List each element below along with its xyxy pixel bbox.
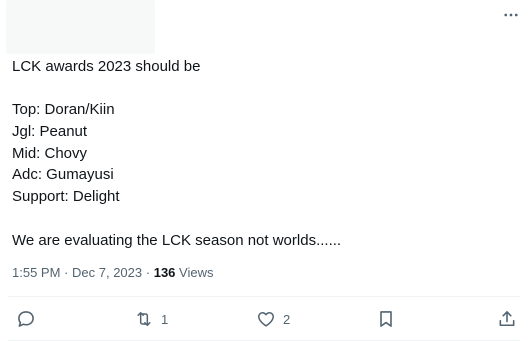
views-count: 136 bbox=[153, 265, 176, 280]
bookmark-icon bbox=[380, 311, 392, 327]
divider bbox=[8, 296, 520, 297]
tweet-line: Jgl: Peanut bbox=[12, 123, 88, 141]
views-label: Views bbox=[179, 265, 214, 280]
tweet-text: LCK awards 2023 should be Top: Doran/Kii… bbox=[12, 56, 512, 251]
action-bar: 1 2 bbox=[0, 300, 528, 338]
reply-button[interactable] bbox=[16, 300, 36, 338]
heart-icon bbox=[258, 312, 274, 327]
tweet-line: LCK awards 2023 should be bbox=[12, 58, 201, 75]
tweet-line: Mid: Chovy bbox=[12, 144, 88, 162]
tweet-time[interactable]: 1:55 PM bbox=[12, 265, 60, 280]
tweet-line: Adc: Gumayusi bbox=[12, 166, 114, 184]
retweet-count: 1 bbox=[161, 311, 169, 327]
share-icon bbox=[499, 311, 515, 327]
tweet-meta: 1:55 PM · Dec 7, 2023 · 136 Views bbox=[12, 263, 214, 283]
tweet-line: Top: Doran/Kiin bbox=[12, 101, 115, 119]
reply-icon bbox=[18, 311, 34, 327]
more-dots-icon bbox=[504, 13, 518, 17]
bookmark-button[interactable] bbox=[376, 300, 396, 338]
tweet-date[interactable]: Dec 7, 2023 bbox=[72, 265, 142, 280]
retweet-icon bbox=[137, 312, 151, 326]
meta-separator: · bbox=[64, 265, 69, 280]
retweet-button[interactable]: 1 bbox=[134, 300, 168, 338]
tweet-line: Support: Delight bbox=[12, 188, 120, 206]
like-button[interactable]: 2 bbox=[256, 300, 290, 338]
meta-separator: · bbox=[145, 265, 151, 280]
tweet-line: We are evaluating the LCK season not wor… bbox=[12, 231, 342, 249]
share-button[interactable] bbox=[497, 300, 517, 338]
like-count: 2 bbox=[283, 311, 291, 327]
more-options-button[interactable] bbox=[498, 2, 524, 28]
author-header-redacted bbox=[6, 0, 155, 54]
